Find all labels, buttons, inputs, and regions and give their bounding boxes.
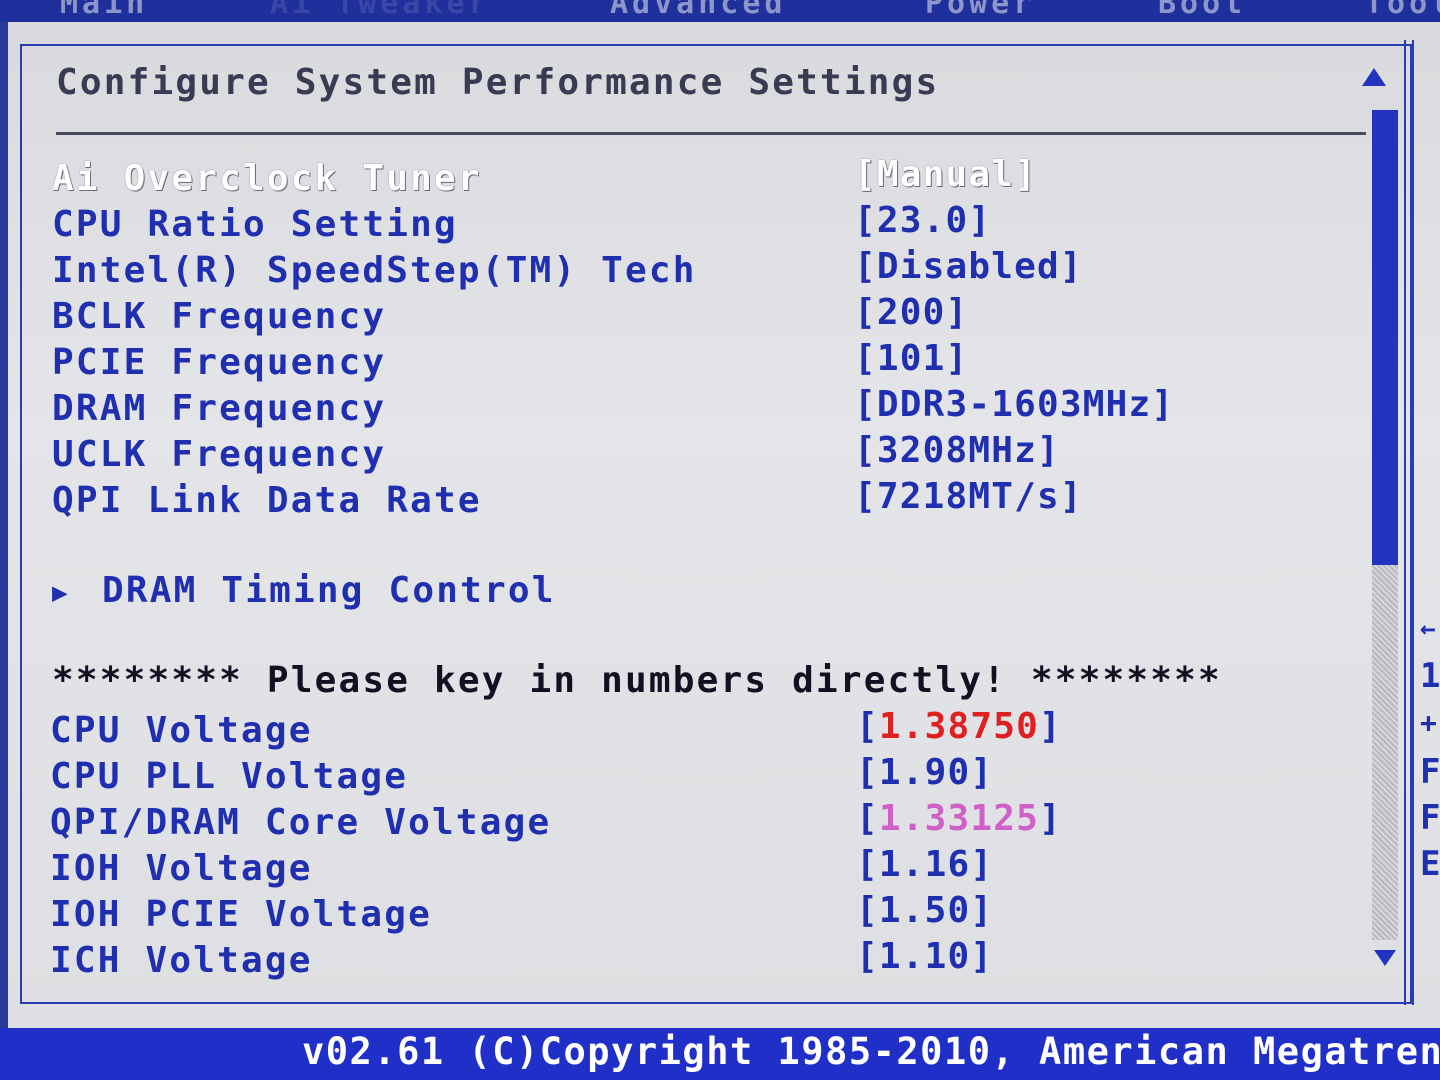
scrollbar-thumb[interactable] [1372,110,1398,565]
scroll-up-arrow-icon[interactable] [1362,68,1386,86]
voltage-value-ioh[interactable]: [1.16] [856,844,993,885]
voltage-label-cpu[interactable]: CPU Voltage [50,710,313,751]
voltage-number-ich: 1.10 [878,936,971,977]
tab-main[interactable]: Main [60,0,148,21]
voltage-number-ioh-pcie: 1.50 [878,890,971,931]
submenu-dram-timing-control[interactable]: DRAM Timing Control [102,570,556,611]
voltage-label-cpu-pll[interactable]: CPU PLL Voltage [50,756,408,797]
page-title: Configure System Performance Settings [56,62,940,103]
help-glyph-e: E [1420,844,1440,884]
setting-label-pcie-frequency[interactable]: PCIE Frequency [52,342,386,383]
submenu-arrow-icon: ▶ [52,578,68,608]
voltage-label-qpi-dram-core[interactable]: QPI/DRAM Core Voltage [50,802,551,843]
setting-label-ai-overclock-tuner[interactable]: Ai Overclock Tuner [52,158,482,199]
title-divider [56,132,1366,135]
setting-label-cpu-ratio[interactable]: CPU Ratio Setting [52,204,458,245]
help-glyph-left-arrow: ← [1420,614,1436,644]
voltage-value-cpu-pll[interactable]: [1.90] [856,752,993,793]
setting-value-bclk-frequency[interactable]: [200] [854,292,968,333]
help-frame-border [1404,40,1414,1005]
tab-boot[interactable]: Boot [1158,0,1246,21]
setting-value-cpu-ratio[interactable]: [23.0] [854,200,991,241]
help-glyph-f1: F [1420,752,1440,792]
setting-value-uclk-frequency[interactable]: [3208MHz] [854,430,1060,471]
setting-value-speedstep[interactable]: [Disabled] [854,246,1083,287]
voltage-number-ioh: 1.16 [878,844,971,885]
voltage-number-cpu-pll: 1.90 [878,752,971,793]
voltage-value-ioh-pcie[interactable]: [1.50] [856,890,993,931]
voltage-notice: ******** Please key in numbers directly!… [52,660,1222,701]
setting-label-uclk-frequency[interactable]: UCLK Frequency [52,434,386,475]
tab-ai-tweaker[interactable]: Ai Tweaker [270,0,491,21]
setting-label-dram-frequency[interactable]: DRAM Frequency [52,388,386,429]
setting-value-ai-overclock-tuner[interactable]: [Manual] [854,154,1037,195]
setting-label-speedstep[interactable]: Intel(R) SpeedStep(TM) Tech [52,250,697,291]
voltage-label-ioh-pcie[interactable]: IOH PCIE Voltage [50,894,432,935]
copyright-text: v02.61 (C)Copyright 1985-2010, American … [302,1030,1440,1073]
voltage-value-cpu[interactable]: [1.38750] [856,706,1062,747]
help-glyph-f2: F [1420,798,1440,838]
setting-value-pcie-frequency[interactable]: [101] [854,338,968,379]
voltage-number-qpi-dram-core: 1.33125 [878,798,1039,839]
setting-label-qpi-link-data-rate[interactable]: QPI Link Data Rate [52,480,482,521]
voltage-value-qpi-dram-core[interactable]: [1.33125] [856,798,1062,839]
footer-bar: v02.61 (C)Copyright 1985-2010, American … [0,1028,1440,1080]
tab-power[interactable]: Power [925,0,1035,21]
setting-value-dram-frequency[interactable]: [DDR3-1603MHz] [854,384,1174,425]
help-glyph-1: 1 [1420,656,1440,696]
voltage-label-ich[interactable]: ICH Voltage [50,940,313,981]
voltage-number-cpu: 1.38750 [878,706,1039,747]
tab-advanced[interactable]: Advanced [610,0,787,21]
voltage-label-ioh[interactable]: IOH Voltage [50,848,313,889]
tab-bar: Main Ai Tweaker Advanced Power Boot Tool… [0,0,1440,22]
tab-tools[interactable]: Tools [1365,0,1440,21]
setting-label-bclk-frequency[interactable]: BCLK Frequency [52,296,386,337]
help-glyph-plus: + [1420,706,1437,739]
setting-value-qpi-link-data-rate[interactable]: [7218MT/s] [854,476,1083,517]
voltage-value-ich[interactable]: [1.10] [856,936,993,977]
scroll-down-arrow-icon[interactable] [1374,950,1396,966]
